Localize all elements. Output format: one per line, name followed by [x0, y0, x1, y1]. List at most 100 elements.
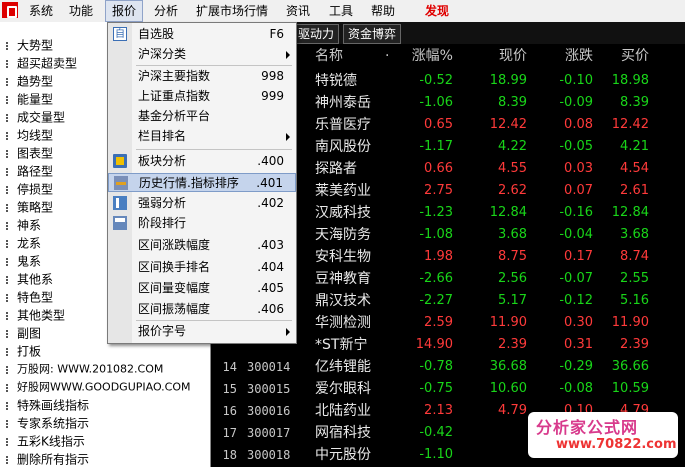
- tree-item[interactable]: 其他系: [0, 270, 53, 288]
- menu-discover[interactable]: 发现: [420, 0, 454, 22]
- menu-item-range-oscillation[interactable]: 区间振荡幅度 .406: [108, 300, 296, 319]
- board-icon: [113, 154, 127, 168]
- tree-item[interactable]: 删除所有指示: [0, 450, 89, 467]
- tree-item[interactable]: 副图: [0, 324, 41, 342]
- tree-item[interactable]: 特殊画线指标: [0, 396, 89, 414]
- tree-node-icon: [4, 437, 12, 446]
- bid-value: 8.39: [620, 95, 649, 110]
- bid-value: 3.68: [620, 227, 649, 242]
- change-pct-value: -1.08: [419, 227, 453, 242]
- tree-item[interactable]: 万股网: WWW.201082.COM: [0, 360, 163, 378]
- header-change[interactable]: 涨跌: [547, 44, 593, 68]
- stock-name: 爱尔眼科: [315, 381, 371, 397]
- tree-item[interactable]: 图表型: [0, 144, 53, 162]
- menu-item-range-change[interactable]: 区间涨跌幅度 .403: [108, 236, 296, 255]
- bid-value: 4.54: [620, 161, 649, 176]
- menu-quote[interactable]: 报价: [105, 0, 143, 22]
- menu-system[interactable]: 系统: [24, 0, 58, 22]
- menu-analysis[interactable]: 分析: [149, 0, 183, 22]
- watermark-url: www.70822.com: [556, 437, 677, 452]
- menu-item-quote-font-size[interactable]: 报价字号: [108, 322, 296, 341]
- menu-item-strength-analysis[interactable]: 强弱分析 .402: [108, 194, 296, 213]
- menu-item-sse-key-indices[interactable]: 上证重点指数 999: [108, 87, 296, 106]
- tree-item[interactable]: 好股网WWW.GOODGUPIAO.COM: [0, 378, 191, 396]
- stock-name: 鼎汉技术: [315, 293, 371, 309]
- change-pct-value: 14.90: [415, 337, 453, 352]
- change-value: 0.30: [564, 315, 593, 330]
- stock-code: 300014: [247, 360, 291, 374]
- bid-value: 4.21: [620, 139, 649, 154]
- stock-name: 豆神教育: [315, 271, 371, 287]
- tree-node-icon: [4, 455, 12, 464]
- header-change-pct[interactable]: 涨幅%: [409, 44, 453, 68]
- stock-name: 特锐德: [315, 73, 357, 89]
- tree-item[interactable]: 特色型: [0, 288, 53, 306]
- header-name[interactable]: 名称: [315, 44, 343, 68]
- tree-item[interactable]: 鬼系: [0, 252, 41, 270]
- stock-name: 汉威科技: [315, 205, 371, 221]
- menu-item-main-indices[interactable]: 沪深主要指数 998: [108, 67, 296, 86]
- change-pct-value: 2.13: [424, 403, 453, 418]
- tree-item[interactable]: 趋势型: [0, 72, 53, 90]
- menu-extended-market[interactable]: 扩展市场行情: [192, 0, 272, 22]
- change-value: -0.04: [559, 227, 593, 242]
- menu-item-board-analysis[interactable]: 板块分析 .400: [108, 152, 296, 171]
- stock-name: 乐普医疗: [315, 117, 371, 133]
- stock-code: 300018: [247, 448, 291, 462]
- tree-item[interactable]: 停损型: [0, 180, 53, 198]
- header-bid[interactable]: 买价: [603, 44, 649, 68]
- tree-item[interactable]: 其他类型: [0, 306, 65, 324]
- tree-item[interactable]: 五彩K线指示: [0, 432, 85, 450]
- change-pct-value: -2.66: [419, 271, 453, 286]
- row-number: 18: [222, 448, 237, 462]
- tree-node-icon: [4, 77, 12, 86]
- tree-node-icon: [4, 257, 12, 266]
- change-value: 0.17: [564, 249, 593, 264]
- tab-driving-force[interactable]: 驱动力: [293, 24, 340, 44]
- menu-item-watchlist[interactable]: 自选股 F6: [108, 25, 296, 44]
- bid-value: 2.61: [620, 183, 649, 198]
- tree-item[interactable]: 能量型: [0, 90, 53, 108]
- menu-item-range-turnover[interactable]: 区间换手排名 .404: [108, 258, 296, 277]
- menu-news[interactable]: 资讯: [281, 0, 315, 22]
- bid-value: 36.66: [611, 359, 649, 374]
- menu-item-sh-sz-category[interactable]: 沪深分类: [108, 45, 296, 64]
- menu-tools[interactable]: 工具: [324, 0, 358, 22]
- change-value: -0.08: [559, 381, 593, 396]
- price-value: 3.68: [498, 227, 527, 242]
- price-value: 2.39: [498, 337, 527, 352]
- change-value: -0.16: [559, 205, 593, 220]
- tree-node-icon: [4, 95, 12, 104]
- menu-item-history-sort[interactable]: 历史行情.指标排序 .401: [108, 173, 296, 192]
- tab-fund-game[interactable]: 资金博弈: [343, 24, 402, 44]
- tree-node-icon: [4, 365, 12, 374]
- price-value: 10.60: [489, 381, 527, 396]
- tree-item[interactable]: 策略型: [0, 198, 53, 216]
- bid-value: 10.59: [611, 381, 649, 396]
- menu-item-column-ranking[interactable]: 栏目排名: [108, 127, 296, 146]
- app-logo-icon[interactable]: [2, 2, 18, 18]
- menu-item-stage-ranking[interactable]: 阶段排行: [108, 214, 296, 233]
- tree-item[interactable]: 龙系: [0, 234, 41, 252]
- tree-item[interactable]: 成交量型: [0, 108, 65, 126]
- tree-item[interactable]: 路径型: [0, 162, 53, 180]
- tree-item[interactable]: 打板: [0, 342, 41, 360]
- menu-item-range-volume[interactable]: 区间量变幅度 .405: [108, 279, 296, 298]
- menu-function[interactable]: 功能: [64, 0, 98, 22]
- change-pct-value: 1.98: [424, 249, 453, 264]
- stage-icon: [113, 216, 127, 230]
- menu-help[interactable]: 帮助: [366, 0, 400, 22]
- menu-item-fund-platform[interactable]: 基金分析平台: [108, 107, 296, 126]
- tree-item[interactable]: 均线型: [0, 126, 53, 144]
- tree-item[interactable]: 超买超卖型: [0, 54, 77, 72]
- bid-value: 8.74: [620, 249, 649, 264]
- tree-item[interactable]: 神系: [0, 216, 41, 234]
- stock-name: 莱美药业: [315, 183, 371, 199]
- stock-name: 北陆药业: [315, 403, 371, 419]
- tree-node-icon: [4, 59, 12, 68]
- tree-item[interactable]: 大势型: [0, 36, 53, 54]
- tree-item[interactable]: 专家系统指示: [0, 414, 89, 432]
- change-value: -0.09: [559, 95, 593, 110]
- header-price[interactable]: 现价: [481, 44, 527, 68]
- tree-node-icon: [4, 383, 12, 392]
